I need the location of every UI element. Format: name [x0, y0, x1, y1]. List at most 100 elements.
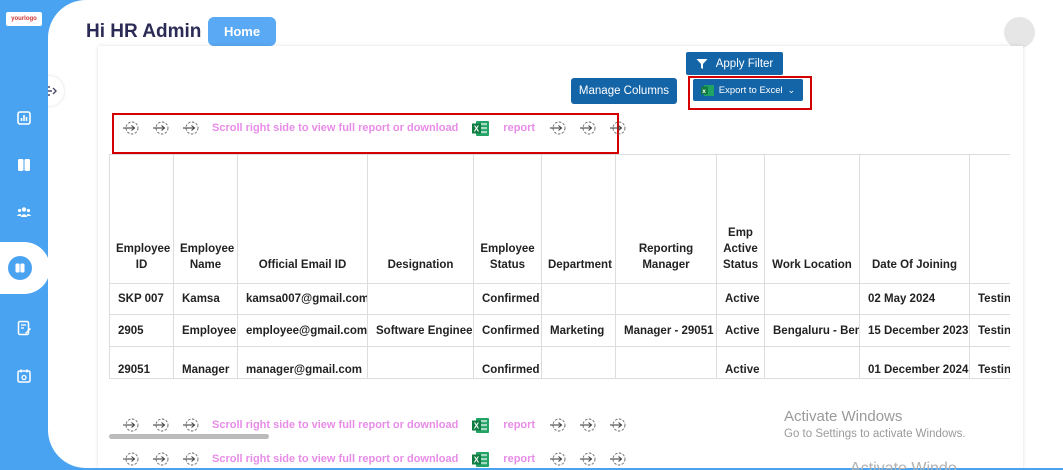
scroll-right-arrow-icon[interactable] — [573, 418, 603, 432]
apply-filter-label: Apply Filter — [715, 57, 774, 70]
export-label: Export to Excel — [718, 84, 783, 96]
table-cell: 2905 — [109, 314, 174, 347]
horizontal-scrollbar[interactable] — [109, 434, 269, 439]
table-cell: employee@gmail.com — [237, 314, 368, 347]
sidebar-item-calendar[interactable] — [12, 364, 36, 388]
table-cell: Testing — [969, 314, 1010, 347]
scroll-right-arrow-icon[interactable] — [573, 121, 603, 135]
column-header: Date Of Joining — [859, 154, 970, 284]
scroll-right-arrow-icon[interactable] — [603, 121, 633, 135]
activate-windows-title: Activate Windows — [784, 408, 903, 425]
calendar-icon — [17, 369, 31, 383]
report-table-container[interactable]: Employee ID Employee Name Official Email I… — [109, 154, 1010, 396]
scroll-right-arrow-icon[interactable] — [543, 452, 573, 466]
scroll-right-arrow-icon[interactable] — [176, 418, 206, 432]
column-header: Employee Status — [473, 154, 542, 284]
table-cell: SKP 007 — [109, 283, 174, 315]
excel-icon[interactable]: X — [472, 120, 490, 136]
edit-document-icon — [17, 320, 31, 336]
table-cell: 15 December 2023 — [859, 314, 970, 347]
table-cell: Manager - 29051 — [615, 314, 717, 347]
table-cell: Confirmed — [473, 283, 542, 315]
avatar[interactable] — [1004, 17, 1035, 48]
report-link[interactable]: report — [503, 122, 535, 134]
table-cell — [764, 283, 860, 315]
report-table: Employee ID Employee Name Official Email I… — [109, 154, 1010, 379]
column-header: Designation — [367, 154, 474, 284]
book-icon — [18, 159, 30, 171]
table-cell — [541, 283, 616, 315]
svg-text:X: X — [474, 421, 480, 430]
scroll-right-arrow-icon[interactable] — [146, 418, 176, 432]
table-cell: Confirmed — [473, 346, 542, 379]
table-cell: Marketing — [541, 314, 616, 347]
scroll-right-arrow-icon[interactable] — [176, 452, 206, 466]
svg-text:X: X — [474, 124, 480, 133]
scroll-hint-row-footer: Scroll right side to view full report or… — [116, 449, 633, 468]
scroll-right-arrow-icon[interactable] — [146, 452, 176, 466]
scroll-right-arrow-icon[interactable] — [543, 121, 573, 135]
report-link[interactable]: report — [503, 453, 535, 465]
table-cell: Employee — [173, 314, 238, 347]
table-cell — [367, 283, 474, 315]
scroll-hint-row-top: Scroll right side to view full report or… — [116, 118, 633, 138]
column-header: Official Email ID — [237, 154, 368, 284]
sidebar-toggle-button[interactable] — [48, 76, 64, 106]
scroll-hint-text: Scroll right side to view full report or… — [212, 453, 459, 465]
table-cell: 02 May 2024 — [859, 283, 970, 315]
table-cell — [367, 346, 474, 379]
export-to-excel-button[interactable]: x Export to Excel ⌄ — [693, 79, 803, 101]
table-row: SKP 007 Kamsa kamsa007@gmail.com Confirmed A… — [109, 283, 1010, 315]
column-header: Department — [541, 154, 616, 284]
column-header — [969, 154, 1010, 284]
chevron-down-icon: ⌄ — [787, 84, 796, 95]
page-title: Hi HR Admin — [86, 21, 202, 42]
table-cell: Testing — [969, 346, 1010, 379]
apply-filter-button[interactable]: Apply Filter — [686, 52, 783, 75]
excel-icon[interactable]: X — [472, 417, 490, 433]
scroll-right-arrow-icon[interactable] — [116, 452, 146, 466]
table-row: 2905 Employee employee@gmail.com Software E… — [109, 314, 1010, 347]
table-cell: Confirmed — [473, 314, 542, 347]
table-cell: 01 December 2024 — [859, 346, 970, 379]
sidebar-item-notes[interactable] — [12, 316, 36, 340]
activate-windows-title-repeat: Activate Windo — [850, 460, 957, 470]
column-header: Work Location — [764, 154, 860, 284]
sidebar-item-book[interactable] — [12, 153, 36, 177]
table-cell: Kamsa — [173, 283, 238, 315]
filter-icon — [696, 58, 708, 69]
table-cell: Active — [716, 283, 765, 315]
column-header: Employee ID — [109, 154, 174, 284]
users-icon — [16, 207, 32, 217]
excel-icon[interactable]: X — [472, 451, 490, 467]
table-cell: Active — [716, 314, 765, 347]
scroll-right-arrow-icon[interactable] — [146, 121, 176, 135]
table-cell: Testing — [969, 283, 1010, 315]
home-button[interactable]: Home — [208, 17, 276, 46]
scroll-right-arrow-icon[interactable] — [116, 418, 146, 432]
scroll-hint-text: Scroll right side to view full report or… — [212, 122, 459, 134]
svg-text:x: x — [702, 88, 706, 95]
column-header: Reporting Manager — [615, 154, 717, 284]
manage-columns-button[interactable]: Manage Columns — [571, 78, 677, 104]
column-header: Employee Name — [173, 154, 238, 284]
scroll-right-arrow-icon[interactable] — [573, 452, 603, 466]
sidebar-item-reports[interactable] — [8, 256, 32, 280]
sidebar-item-dashboard[interactable] — [12, 106, 36, 130]
table-cell — [541, 346, 616, 379]
scroll-right-arrow-icon[interactable] — [603, 452, 633, 466]
sidebar-item-employees[interactable] — [12, 200, 36, 224]
svg-text:X: X — [474, 455, 480, 464]
scroll-right-arrow-icon[interactable] — [543, 418, 573, 432]
scroll-right-arrow-icon[interactable] — [176, 121, 206, 135]
excel-icon: x — [700, 84, 714, 96]
report-link[interactable]: report — [503, 419, 535, 431]
table-cell: Manager — [173, 346, 238, 379]
table-cell: 29051 — [109, 346, 174, 379]
table-cell: Bengaluru - Ben — [764, 314, 860, 347]
table-cell — [615, 346, 717, 379]
scroll-right-arrow-icon[interactable] — [603, 418, 633, 432]
table-cell — [764, 346, 860, 379]
scroll-right-arrow-icon[interactable] — [116, 121, 146, 135]
table-cell: kamsa007@gmail.com — [237, 283, 368, 315]
